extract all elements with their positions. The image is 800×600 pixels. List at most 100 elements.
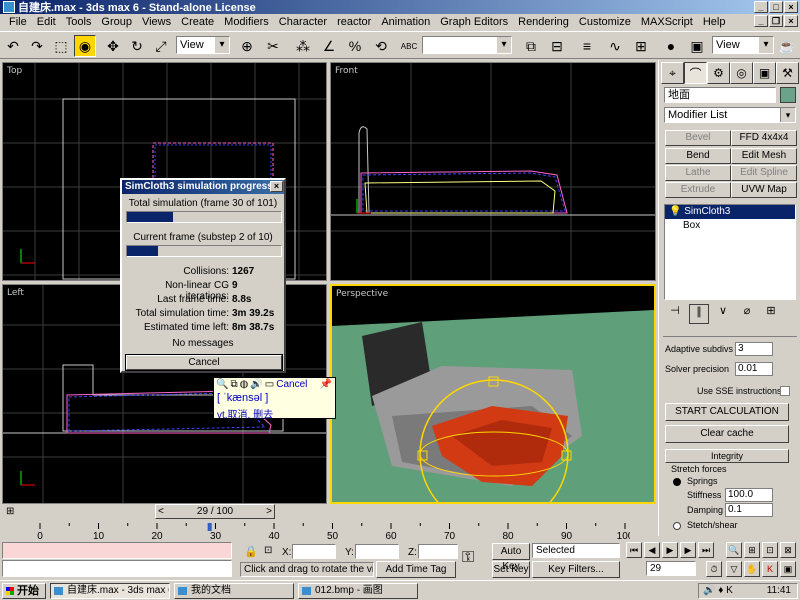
damping-spinner[interactable]: 0.1 bbox=[725, 503, 773, 517]
maxscript-listener[interactable] bbox=[2, 542, 232, 559]
time-slider[interactable]: < 29 / 100 > bbox=[155, 504, 275, 519]
time-config-icon[interactable]: ⏱ bbox=[706, 561, 722, 577]
dialog-close-button[interactable]: × bbox=[270, 181, 283, 192]
curve-editor-icon[interactable]: ∿ bbox=[604, 35, 626, 57]
stack-item-simcloth[interactable]: 💡 SimCloth3 bbox=[665, 205, 795, 219]
chevron-down-icon[interactable]: ▾ bbox=[780, 108, 795, 122]
viewport-perspective[interactable]: Perspective bbox=[330, 284, 656, 504]
absolute-mode-icon[interactable]: ⊡ bbox=[264, 545, 272, 556]
spinner-snap-icon[interactable]: ⟲ bbox=[370, 35, 392, 57]
lightbulb-icon[interactable]: 💡 bbox=[669, 206, 684, 217]
copy-icon[interactable]: ⧉ bbox=[230, 379, 237, 390]
pin-icon[interactable]: 📌 bbox=[320, 379, 332, 390]
tab-motion[interactable]: ◎ bbox=[730, 62, 753, 84]
zoom-extents-all-icon[interactable]: ⊠ bbox=[780, 542, 796, 558]
bend-button[interactable]: Bend bbox=[665, 148, 731, 164]
material-editor-icon[interactable]: ● bbox=[660, 35, 682, 57]
ffd-button[interactable]: FFD 4x4x4 bbox=[731, 130, 797, 146]
scale-icon[interactable]: ⤢ bbox=[150, 35, 172, 57]
viewport-label-top[interactable]: Top bbox=[7, 66, 22, 76]
adaptive-subdivs-spinner[interactable]: 3 bbox=[735, 342, 773, 356]
edit-spline-button[interactable]: Edit Spline bbox=[731, 165, 797, 181]
menu-edit[interactable]: Edit bbox=[32, 16, 61, 28]
lathe-button[interactable]: Lathe bbox=[665, 165, 731, 181]
task-paint[interactable]: 012.bmp - 画图 bbox=[298, 583, 418, 599]
doc-minimize-button[interactable]: _ bbox=[754, 15, 768, 27]
minimize-button[interactable]: _ bbox=[754, 1, 768, 13]
pin-stack-icon[interactable]: ⊣ bbox=[665, 304, 685, 324]
zoom-extents-icon[interactable]: ⊡ bbox=[762, 542, 778, 558]
menu-character[interactable]: Character bbox=[274, 16, 332, 28]
fov-icon[interactable]: ▽ bbox=[726, 561, 742, 577]
arc-rotate-icon[interactable]: K bbox=[762, 561, 778, 577]
select-region-icon[interactable]: ⬚ bbox=[50, 35, 72, 57]
viewport-label-left[interactable]: Left bbox=[7, 288, 24, 298]
edit-mesh-button[interactable]: Edit Mesh bbox=[731, 148, 797, 164]
y-coord-field[interactable] bbox=[355, 544, 399, 559]
rotate-icon[interactable]: ↻ bbox=[126, 35, 148, 57]
schematic-view-icon[interactable]: ⊞ bbox=[630, 35, 652, 57]
zoom-icon[interactable]: 🔍 bbox=[726, 542, 742, 558]
show-end-result-icon[interactable]: ∥ bbox=[689, 304, 709, 324]
auto-key-button[interactable]: Auto Key bbox=[492, 543, 530, 572]
z-coord-field[interactable] bbox=[418, 544, 458, 559]
menu-maxscript[interactable]: MAXScript bbox=[636, 16, 698, 28]
window-icon[interactable]: ▭ bbox=[265, 379, 274, 390]
zoom-all-icon[interactable]: ⊞ bbox=[744, 542, 760, 558]
configure-sets-icon[interactable]: ⊞ bbox=[761, 304, 781, 324]
named-selection-dropdown[interactable] bbox=[422, 36, 512, 54]
object-name-field[interactable]: 地面 bbox=[664, 87, 776, 103]
start-calculation-button[interactable]: START CALCULATION bbox=[665, 403, 789, 421]
maxscript-output[interactable] bbox=[2, 560, 232, 577]
named-selection-icon[interactable]: ABC bbox=[398, 35, 420, 57]
menu-create[interactable]: Create bbox=[176, 16, 219, 28]
prev-frame-icon[interactable]: < bbox=[158, 505, 164, 518]
timeline-icon[interactable]: ⊞ bbox=[6, 506, 14, 517]
menu-graph-editors[interactable]: Graph Editors bbox=[435, 16, 513, 28]
snap-icon[interactable]: ⁂ bbox=[292, 35, 314, 57]
tab-utilities[interactable]: ⚒ bbox=[776, 62, 799, 84]
manipulate-icon[interactable]: ✂ bbox=[262, 35, 284, 57]
uvw-map-button[interactable]: UVW Map bbox=[731, 182, 797, 198]
close-button[interactable]: × bbox=[784, 1, 798, 13]
tab-hierarchy[interactable]: ⚙ bbox=[707, 62, 730, 84]
mirror-icon[interactable]: ⧉ bbox=[520, 35, 542, 57]
task-my-documents[interactable]: 我的文档 bbox=[174, 583, 294, 599]
render-view-dropdown[interactable]: View bbox=[712, 36, 774, 54]
viewport-label-front[interactable]: Front bbox=[335, 66, 358, 76]
pan-icon[interactable]: ✋ bbox=[744, 561, 760, 577]
tab-modify[interactable]: ⌒ bbox=[684, 62, 707, 84]
doc-restore-button[interactable]: ❐ bbox=[769, 15, 783, 27]
tray-icons[interactable]: 🔊 ♦ K bbox=[703, 584, 733, 598]
web-icon[interactable]: ◍ bbox=[240, 379, 249, 390]
select-object-icon[interactable]: ◉ bbox=[74, 35, 96, 57]
start-button[interactable]: 开始 bbox=[2, 583, 46, 599]
bevel-button[interactable]: Bevel bbox=[665, 130, 731, 146]
menu-help[interactable]: Help bbox=[698, 16, 731, 28]
render-scene-icon[interactable]: ▣ bbox=[686, 35, 708, 57]
quick-render-icon[interactable]: ☕ bbox=[776, 35, 798, 57]
align-icon[interactable]: ⊟ bbox=[546, 35, 568, 57]
stiffness-spinner[interactable]: 100.0 bbox=[725, 488, 773, 502]
viewport-label-perspective[interactable]: Perspective bbox=[336, 289, 388, 299]
modifier-list-dropdown[interactable]: Modifier List bbox=[664, 107, 796, 123]
menu-customize[interactable]: Customize bbox=[574, 16, 636, 28]
menu-tools[interactable]: Tools bbox=[61, 16, 97, 28]
prev-key-icon[interactable]: ◀ bbox=[644, 542, 660, 558]
tab-create[interactable]: ⌖ bbox=[661, 62, 684, 84]
remove-modifier-icon[interactable]: ⌀ bbox=[737, 304, 757, 324]
add-time-tag-button[interactable]: Add Time Tag bbox=[376, 561, 456, 578]
key-filters-button[interactable]: Key Filters... bbox=[532, 561, 620, 578]
undo-icon[interactable]: ↶ bbox=[2, 35, 24, 57]
goto-end-icon[interactable]: ⏭ bbox=[698, 542, 714, 558]
speaker-icon[interactable]: 🔊 bbox=[250, 379, 262, 390]
set-key-button[interactable]: Set Key bbox=[492, 561, 530, 578]
goto-start-icon[interactable]: ⏮ bbox=[626, 542, 642, 558]
current-frame-marker[interactable] bbox=[207, 523, 212, 531]
current-frame-field[interactable]: 29 bbox=[646, 561, 696, 576]
next-key-icon[interactable]: ▶ bbox=[680, 542, 696, 558]
lock-selection-icon[interactable]: 🔒 bbox=[244, 545, 258, 558]
menu-file[interactable]: File bbox=[4, 16, 32, 28]
move-icon[interactable]: ✥ bbox=[102, 35, 124, 57]
clear-cache-button[interactable]: Clear cache bbox=[665, 425, 789, 443]
